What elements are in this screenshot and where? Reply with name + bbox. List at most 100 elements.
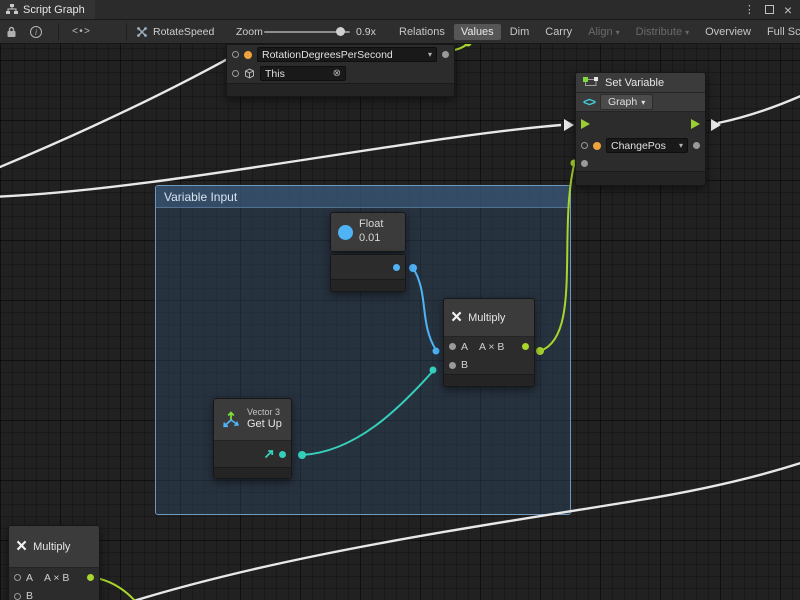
flow-arrowhead-out: [711, 119, 721, 131]
relations-button[interactable]: Relations: [392, 24, 452, 40]
value-input-port[interactable]: [581, 160, 588, 167]
vector3-axes-icon: [221, 410, 241, 430]
carry-button[interactable]: Carry: [538, 24, 579, 40]
toolbar-buttons: Relations Values Dim Carry Align▾ Distri…: [392, 20, 800, 44]
node-title: Get Up: [247, 418, 282, 431]
tab-script-graph[interactable]: Script Graph: [0, 0, 95, 19]
node-footer: [576, 171, 705, 185]
port-label-result: A × B: [479, 341, 504, 353]
variable-name: ChangePos: [611, 140, 666, 152]
close-icon[interactable]: ×: [784, 2, 792, 18]
wire-white-flow-out: [718, 90, 800, 123]
machine-icon: [583, 77, 599, 88]
float-icon: [338, 225, 353, 240]
group-header[interactable]: Variable Input: [156, 186, 570, 208]
node-footer: [214, 467, 291, 478]
node-multiply[interactable]: × Multiply A A × B B: [443, 298, 535, 387]
flow-output-port[interactable]: [691, 119, 700, 129]
dim-button[interactable]: Dim: [503, 24, 537, 40]
chevron-down-icon: ▾: [428, 50, 432, 59]
float-type-label: Float: [359, 218, 383, 232]
code-brackets-icon: <>: [583, 95, 595, 109]
output-port[interactable]: [693, 142, 700, 149]
port-label-a: A: [461, 341, 468, 353]
float-output-port[interactable]: [393, 264, 400, 271]
input-port[interactable]: [232, 70, 239, 77]
input-port-a[interactable]: [14, 574, 21, 581]
node-get-variable[interactable]: RotationDegreesPerSecond ▾ This ⊗: [226, 44, 455, 97]
chevron-down-icon: ▾: [679, 141, 683, 150]
zoom-slider-track[interactable]: [264, 31, 350, 33]
node-footer: [331, 279, 405, 291]
lock-icon: [6, 26, 17, 38]
variable-name-dropdown[interactable]: ChangePos ▾: [606, 138, 688, 153]
multiply-icon: ×: [16, 537, 27, 556]
float-value-field[interactable]: 0.01: [359, 232, 383, 246]
toolbar-divider: [58, 23, 59, 41]
window-title: Script Graph: [23, 4, 85, 16]
target-label: This: [265, 68, 285, 80]
input-port-b[interactable]: [449, 362, 456, 369]
node-float-header[interactable]: Float 0.01: [330, 212, 406, 252]
variable-name: RotationDegreesPerSecond: [262, 49, 393, 61]
output-port[interactable]: [442, 51, 449, 58]
maximize-icon[interactable]: [765, 5, 774, 14]
graph-name: RotateSpeed: [153, 26, 214, 38]
node-float-body[interactable]: [330, 254, 406, 292]
script-graph-asset-icon: [136, 26, 148, 38]
zoom-slider-handle[interactable]: [336, 27, 345, 36]
port-label-result: A × B: [44, 572, 69, 584]
input-port-b[interactable]: [14, 593, 21, 600]
unity-script-graph-window: Variable Input RotationDegreesPerSecond …: [0, 0, 800, 600]
code-view-button[interactable]: <•>: [72, 20, 90, 44]
fullscreen-button[interactable]: Full Screen: [760, 24, 800, 40]
code-icon: <•>: [72, 27, 90, 38]
object-picker-icon[interactable]: ⊗: [333, 68, 341, 79]
chevron-down-icon: ▾: [685, 28, 689, 37]
values-button[interactable]: Values: [454, 24, 501, 40]
info-button[interactable]: i: [30, 20, 42, 44]
node-title: Multiply: [33, 541, 70, 553]
graph-icon: [6, 4, 18, 15]
overview-button[interactable]: Overview: [698, 24, 758, 40]
input-port[interactable]: [581, 142, 588, 149]
lock-button[interactable]: [6, 20, 17, 44]
output-port-result[interactable]: [522, 343, 529, 350]
zoom-label-wrap: Zoom: [236, 20, 263, 44]
variable-kind-dropdown[interactable]: Graph ▾: [600, 94, 653, 110]
node-title: Multiply: [468, 312, 505, 324]
node-footer: [227, 83, 454, 96]
variable-kind: Graph: [608, 96, 637, 108]
node-set-variable[interactable]: Set Variable <> Graph ▾ ChangePos ▾: [575, 72, 706, 186]
chevron-down-icon: ▾: [616, 28, 620, 37]
kebab-menu-icon[interactable]: ⋮: [744, 3, 755, 16]
zoom-value-wrap: 0.9x: [356, 20, 376, 44]
graph-toolbar: i <•> RotateSpeed Zoom 0.9x Relation: [0, 20, 800, 44]
variable-icon: [244, 51, 252, 59]
align-button[interactable]: Align▾: [581, 24, 626, 40]
multiply-icon: ×: [451, 308, 462, 327]
wire-white-left-top: [0, 42, 258, 172]
node-multiply-bottom[interactable]: × Multiply A A × B B: [8, 525, 100, 600]
output-port-result[interactable]: [87, 574, 94, 581]
target-object-field[interactable]: This ⊗: [260, 66, 346, 81]
toolbar-divider: [126, 23, 127, 41]
zoom-value: 0.9x: [356, 26, 376, 38]
input-port-a[interactable]: [449, 343, 456, 350]
vector-output-port[interactable]: [279, 451, 286, 458]
group-title: Variable Input: [164, 190, 237, 204]
zoom-slider[interactable]: [264, 20, 350, 44]
port-label-b: B: [26, 590, 33, 600]
info-icon: i: [30, 26, 42, 38]
node-title: Set Variable: [605, 77, 664, 89]
variable-name-dropdown[interactable]: RotationDegreesPerSecond ▾: [257, 47, 437, 62]
port-label-b: B: [461, 359, 468, 371]
vector3-type-label: Vector 3: [247, 408, 282, 418]
input-port[interactable]: [232, 51, 239, 58]
graph-asset-breadcrumb[interactable]: RotateSpeed: [136, 20, 214, 44]
node-vector3-get-up[interactable]: Vector 3 Get Up: [213, 398, 292, 479]
flow-input-port[interactable]: [581, 119, 590, 129]
port-label-a: A: [26, 572, 33, 584]
vector-arrow-icon: [263, 448, 275, 460]
distribute-button[interactable]: Distribute▾: [629, 24, 696, 40]
